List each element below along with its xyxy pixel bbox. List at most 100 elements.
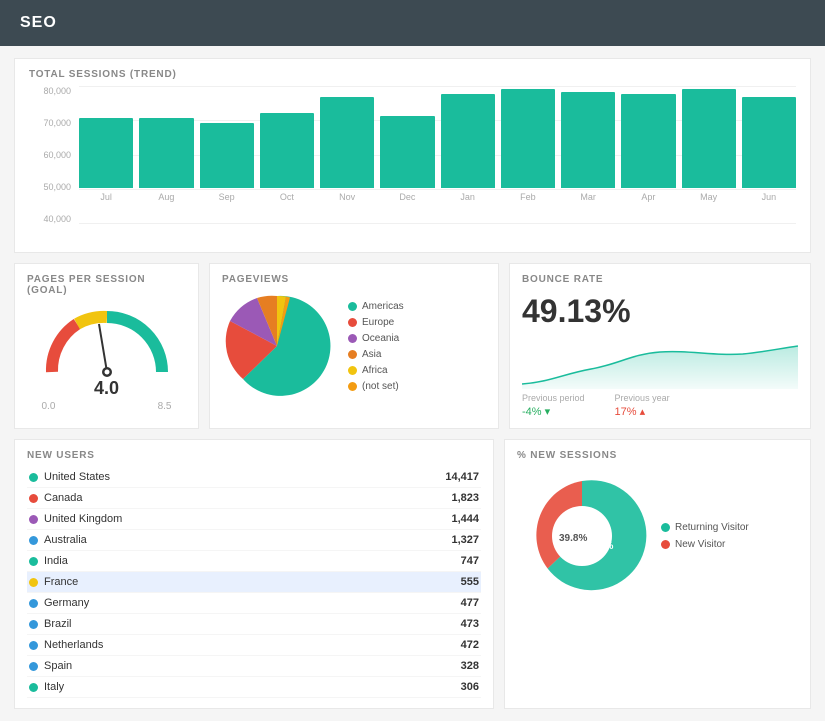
new-visitor-label: New Visitor: [675, 539, 725, 550]
legend-item: Americas: [348, 301, 404, 312]
prev-period-value: -4% ▾: [522, 405, 585, 418]
legend-label: Europe: [362, 317, 394, 328]
table-row[interactable]: Canada1,823: [27, 488, 481, 509]
bar-group: Aug: [139, 86, 193, 202]
trend-chart: 80,00070,00060,00050,00040,000 JulAugSep…: [29, 86, 796, 246]
trend-section: TOTAL SESSIONS (TREND) 80,00070,00060,00…: [14, 58, 811, 253]
table-row[interactable]: Australia1,327: [27, 530, 481, 551]
table-row[interactable]: France555: [27, 572, 481, 593]
country-name: Italy: [44, 681, 64, 693]
returning-visitor-legend: Returning Visitor: [661, 522, 749, 533]
gauge-min: 0.0: [42, 401, 56, 412]
country-value: 1,444: [354, 509, 481, 530]
legend-color-dot: [348, 366, 357, 375]
bar-label: May: [700, 192, 717, 202]
table-row[interactable]: United Kingdom 1,444: [27, 509, 481, 530]
country-dot: [29, 473, 38, 482]
country-name: Germany: [44, 597, 89, 609]
bar: [320, 97, 374, 188]
bar-label: Jul: [100, 192, 112, 202]
table-row[interactable]: India747: [27, 551, 481, 572]
bounce-value: 49.13%: [522, 293, 798, 330]
country-value: 473: [354, 614, 481, 635]
bar: [139, 118, 193, 188]
legend-color-dot: [348, 350, 357, 359]
prev-period-label: Previous period: [522, 393, 585, 403]
new-visitor-legend: New Visitor: [661, 539, 749, 550]
bar-group: Mar: [561, 86, 615, 202]
new-sessions-title: % NEW SESSIONS: [517, 450, 798, 461]
country-name: Netherlands: [44, 639, 103, 651]
y-axis: 80,00070,00060,00050,00040,000: [29, 86, 75, 224]
bar-group: Apr: [621, 86, 675, 202]
bar-label: Aug: [158, 192, 174, 202]
country-dot: [29, 599, 38, 608]
previous-year-comp: Previous year 17% ▴: [615, 393, 670, 418]
bar-label: Feb: [520, 192, 536, 202]
bar-label: Nov: [339, 192, 355, 202]
pageviews-legend: AmericasEuropeOceaniaAsiaAfrica(not set): [348, 301, 404, 392]
table-row[interactable]: United States14,417: [27, 467, 481, 488]
legend-label: Americas: [362, 301, 404, 312]
down-arrow-icon: ▾: [545, 405, 551, 418]
table-row[interactable]: Germany 477: [27, 593, 481, 614]
bar-label: Jan: [460, 192, 475, 202]
country-name: Canada: [44, 492, 83, 504]
country-dot: [29, 662, 38, 671]
country-dot: [29, 557, 38, 566]
users-table: United States14,417Canada1,823United Kin…: [27, 467, 481, 698]
pages-section-title: PAGES PER SESSION (GOAL): [27, 274, 186, 296]
country-name: United Kingdom: [44, 513, 122, 525]
new-users-panel: NEW USERS United States14,417Canada1,823…: [14, 439, 494, 709]
previous-period-comp: Previous period -4% ▾: [522, 393, 585, 418]
bar-group: Oct: [260, 86, 314, 202]
legend-item: Africa: [348, 365, 404, 376]
bar: [501, 89, 555, 188]
returning-dot: [661, 523, 670, 532]
legend-label: Oceania: [362, 333, 399, 344]
country-dot: [29, 578, 38, 587]
bar-group: May: [682, 86, 736, 202]
svg-text:60.2%: 60.2%: [585, 541, 613, 552]
table-row[interactable]: Spain328: [27, 656, 481, 677]
bounce-rate-panel: BOUNCE RATE 49.13% Previous period: [509, 263, 811, 429]
bar: [380, 116, 434, 189]
prev-year-value: 17% ▴: [615, 405, 670, 418]
page-title: SEO: [20, 14, 57, 31]
country-dot: [29, 536, 38, 545]
country-value: 1,327: [354, 530, 481, 551]
legend-item: (not set): [348, 381, 404, 392]
bounce-title: BOUNCE RATE: [522, 274, 798, 285]
gauge-labels: 0.0 8.5: [42, 401, 172, 412]
pageviews-panel: PAGEVIEWS AmericasEuropeOceaniaAsia: [209, 263, 499, 429]
bar: [561, 92, 615, 188]
bottom-row: NEW USERS United States14,417Canada1,823…: [14, 439, 811, 709]
prev-year-label: Previous year: [615, 393, 670, 403]
country-value: 328: [354, 656, 481, 677]
table-row[interactable]: Brazil473: [27, 614, 481, 635]
new-visitor-dot: [661, 540, 670, 549]
country-dot: [29, 641, 38, 650]
country-name: United States: [44, 471, 110, 483]
bar-label: Mar: [580, 192, 596, 202]
svg-text:39.8%: 39.8%: [559, 533, 587, 544]
bar-group: Feb: [501, 86, 555, 202]
new-users-title: NEW USERS: [27, 450, 481, 461]
bar: [441, 94, 495, 188]
pageviews-pie: [222, 291, 332, 401]
legend-item: Oceania: [348, 333, 404, 344]
country-name: India: [44, 555, 68, 567]
bounce-chart: [522, 334, 798, 389]
gauge-chart: [37, 302, 177, 382]
page-header: SEO: [0, 0, 825, 46]
country-value: 472: [354, 635, 481, 656]
bar-label: Jun: [762, 192, 777, 202]
country-value: 477: [354, 593, 481, 614]
country-dot: [29, 620, 38, 629]
gauge-container: 4.0 0.0 8.5: [27, 302, 186, 412]
table-row[interactable]: Italy306: [27, 677, 481, 698]
legend-label: Africa: [362, 365, 388, 376]
legend-color-dot: [348, 382, 357, 391]
table-row[interactable]: Netherlands 472: [27, 635, 481, 656]
bar-group: Dec: [380, 86, 434, 202]
